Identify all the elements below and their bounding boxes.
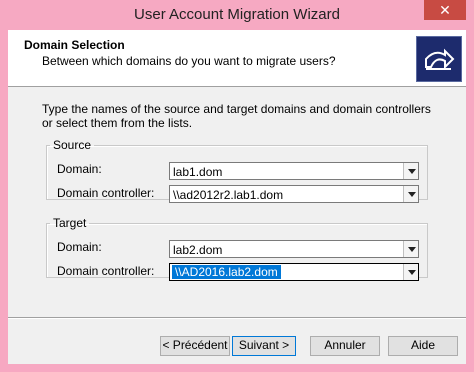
- chevron-down-icon[interactable]: [403, 186, 418, 202]
- page-title: Domain Selection: [24, 38, 125, 52]
- cancel-button[interactable]: Annuler: [310, 336, 380, 356]
- chevron-down-icon[interactable]: [403, 241, 418, 257]
- chevron-down-icon[interactable]: [403, 264, 418, 280]
- target-domain-combo[interactable]: lab2.dom: [169, 240, 419, 258]
- source-dc-value: \\ad2012r2.lab1.dom: [173, 188, 284, 202]
- source-dc-label: Domain controller:: [57, 186, 155, 200]
- instructions-text: Type the names of the source and target …: [42, 102, 431, 130]
- target-domain-label: Domain:: [57, 240, 102, 254]
- source-group: Source Domain: lab1.dom Domain controlle…: [46, 138, 428, 203]
- target-legend: Target: [53, 216, 87, 230]
- source-domain-combo[interactable]: lab1.dom: [169, 162, 419, 180]
- chevron-down-icon[interactable]: [403, 163, 418, 179]
- migration-wizard-logo-icon: [416, 36, 462, 82]
- title-bar[interactable]: User Account Migration Wizard ✕: [0, 0, 474, 30]
- source-domain-label: Domain:: [57, 162, 102, 176]
- wizard-header: Domain Selection Between which domains d…: [8, 30, 466, 87]
- page-subtitle: Between which domains do you want to mig…: [42, 54, 336, 68]
- next-button[interactable]: Suivant >: [232, 336, 296, 356]
- source-legend: Source: [53, 138, 92, 152]
- source-domain-value: lab1.dom: [173, 165, 223, 179]
- back-button[interactable]: < Précédent: [160, 336, 230, 356]
- source-dc-combo[interactable]: \\ad2012r2.lab1.dom: [169, 185, 419, 203]
- close-button[interactable]: ✕: [424, 0, 466, 20]
- wizard-window: User Account Migration Wizard ✕ Domain S…: [0, 0, 474, 372]
- footer-divider: [8, 317, 466, 318]
- target-dc-label: Domain controller:: [57, 264, 155, 278]
- window-title: User Account Migration Wizard: [134, 6, 340, 23]
- target-group: Target Domain: lab2.dom Domain controlle…: [46, 216, 428, 281]
- target-dc-value: \\AD2016.lab2.dom: [171, 264, 282, 280]
- target-dc-combo[interactable]: \\AD2016.lab2.dom: [169, 263, 419, 281]
- help-button[interactable]: Aide: [388, 336, 458, 356]
- target-domain-value: lab2.dom: [173, 243, 223, 257]
- wizard-client-area: Domain Selection Between which domains d…: [8, 30, 466, 364]
